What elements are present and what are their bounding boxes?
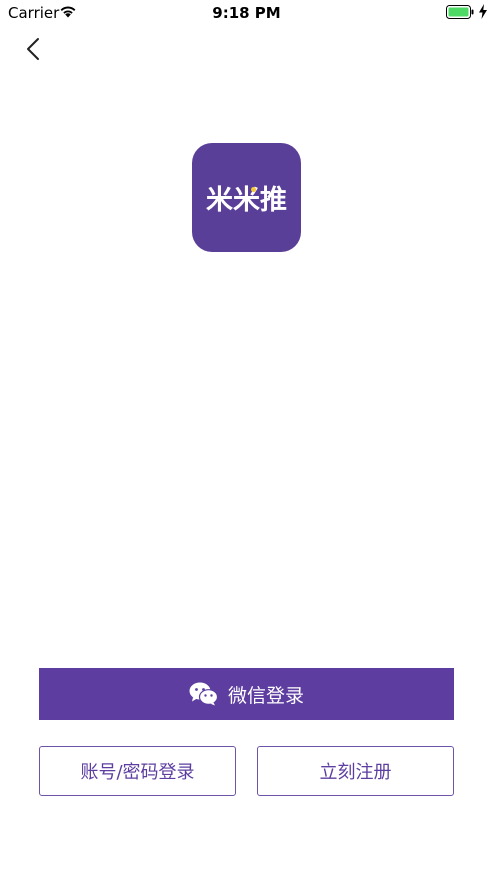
account-password-login-label: 账号/密码登录 bbox=[80, 762, 195, 783]
register-now-button[interactable]: 立刻注册 bbox=[257, 746, 454, 796]
chevron-left-icon[interactable] bbox=[22, 36, 46, 62]
wechat-login-label: 微信登录 bbox=[227, 684, 304, 707]
account-password-login-button[interactable]: 账号/密码登录 bbox=[39, 746, 236, 796]
status-bar: Carrier 9:18 PM bbox=[0, 0, 493, 26]
charging-bolt-icon bbox=[479, 4, 487, 19]
wechat-icon bbox=[189, 682, 218, 706]
clock-time: 9:18 PM bbox=[212, 4, 281, 22]
app-logo-accent-dot bbox=[251, 187, 256, 192]
register-now-label: 立刻注册 bbox=[319, 762, 392, 783]
battery-icon bbox=[446, 5, 474, 19]
wechat-login-button[interactable]: 微信登录 bbox=[39, 668, 454, 720]
app-logo-text: 米米推 bbox=[206, 185, 287, 216]
app-logo: 米米推 bbox=[192, 143, 301, 252]
